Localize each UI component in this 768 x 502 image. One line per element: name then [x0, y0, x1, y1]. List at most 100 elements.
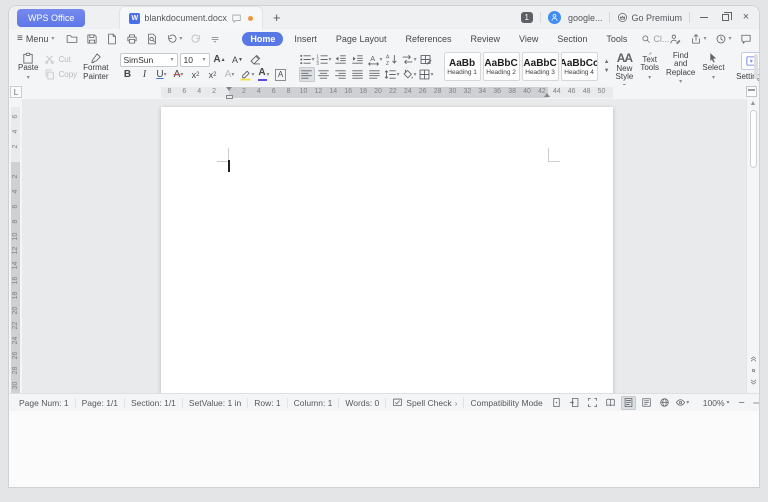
- styles-scroll-up-icon[interactable]: ▲: [604, 59, 610, 65]
- ribbon-tab[interactable]: View: [511, 32, 546, 46]
- ribbon-tab[interactable]: Page Layout: [328, 32, 395, 46]
- restore-button[interactable]: [718, 11, 732, 25]
- ribbon-tab[interactable]: Review: [463, 32, 509, 46]
- highlight-color-button[interactable]: ▾: [239, 67, 255, 82]
- print-layout-button[interactable]: [620, 395, 636, 410]
- new-tab-button[interactable]: +: [273, 11, 281, 24]
- subscript-button[interactable]: x2: [205, 67, 221, 82]
- line-spacing-button[interactable]: ▾: [384, 67, 400, 82]
- copy-button[interactable]: Copy: [44, 69, 77, 80]
- first-line-indent-marker[interactable]: [226, 87, 232, 91]
- zoom-slider[interactable]: [752, 401, 759, 404]
- font-size-select[interactable]: 10 ▾: [179, 52, 210, 67]
- font-color-button[interactable]: A ▾: [256, 67, 272, 82]
- share-button[interactable]: ▾: [690, 33, 706, 45]
- zoom-level[interactable]: 100% ▾: [703, 398, 730, 408]
- ribbon-tab[interactable]: Section: [549, 32, 595, 46]
- redo-icon[interactable]: [190, 33, 202, 45]
- account-avatar[interactable]: [547, 11, 561, 24]
- web-layout-button[interactable]: [657, 396, 672, 410]
- document-canvas[interactable]: [22, 99, 746, 393]
- menu-button[interactable]: ≡ Menu ▾: [17, 33, 54, 44]
- account-name[interactable]: google...: [568, 13, 603, 23]
- horizontal-ruler[interactable]: L 8 6 4 2 2 4 6 8 10 12 14 16 18 20 22 24 26 28 30 32 34 36 38…: [9, 85, 759, 99]
- new-style-button[interactable]: AA New Style ▾: [615, 50, 635, 89]
- vertical-scrollbar[interactable]: ▲: [746, 99, 759, 393]
- font-name-select[interactable]: SimSun ▾: [119, 52, 178, 67]
- command-search[interactable]: Cl...: [641, 34, 669, 44]
- previous-page-button[interactable]: [747, 354, 759, 363]
- sort-button[interactable]: [384, 52, 400, 67]
- text-tools-button[interactable]: Text Tools ▾: [639, 50, 660, 83]
- character-scaling-button[interactable]: ▾: [367, 52, 383, 67]
- feedback-icon[interactable]: [231, 13, 242, 24]
- align-left-button[interactable]: [298, 67, 315, 82]
- strikethrough-button[interactable]: A ▾: [171, 67, 187, 82]
- insert-table-button[interactable]: [418, 52, 434, 67]
- wps-office-button[interactable]: WPS Office: [17, 8, 86, 27]
- increase-indent-button[interactable]: [350, 52, 366, 67]
- clear-format-button[interactable]: [248, 52, 264, 67]
- open-icon[interactable]: [66, 33, 78, 45]
- style-card[interactable]: AaBbCc Heading 4: [560, 52, 598, 81]
- go-premium-button[interactable]: Go Premium: [617, 12, 682, 23]
- spell-check-button[interactable]: Spell Check ›: [386, 397, 465, 408]
- ribbon-side-scrollbar[interactable]: [754, 54, 758, 79]
- export-pdf-icon[interactable]: [106, 33, 118, 45]
- underline-button[interactable]: U ▾: [154, 67, 170, 82]
- bold-button[interactable]: B: [120, 67, 136, 82]
- version-history-button[interactable]: ▾: [715, 33, 731, 45]
- superscript-button[interactable]: x2: [188, 67, 204, 82]
- italic-button[interactable]: I: [137, 67, 153, 82]
- vertical-ruler[interactable]: 6 4 2 2 4 6 8 10 12 14 16 18 20 22 24 26 28 30: [9, 99, 22, 393]
- document-tab[interactable]: W blankdocument.docx: [119, 6, 263, 29]
- align-center-button[interactable]: [316, 67, 332, 82]
- find-replace-button[interactable]: Find and Replace ▾: [665, 50, 696, 85]
- minimize-button[interactable]: [697, 11, 711, 25]
- save-icon[interactable]: [86, 33, 98, 45]
- character-border-button[interactable]: A: [273, 67, 289, 82]
- eye-protection-button[interactable]: ▾: [675, 396, 690, 410]
- pages-view-button[interactable]: [549, 396, 564, 410]
- ribbon-tab[interactable]: Tools: [598, 32, 635, 46]
- print-preview-icon[interactable]: [146, 33, 158, 45]
- zoom-out-button[interactable]: −: [737, 397, 747, 409]
- side-pane-button[interactable]: [567, 396, 582, 410]
- fullscreen-button[interactable]: [585, 396, 600, 410]
- numbering-button[interactable]: ▾: [316, 52, 332, 67]
- justify-button[interactable]: [350, 67, 366, 82]
- collaborate-icon[interactable]: [669, 33, 681, 45]
- cut-button[interactable]: Cut: [44, 54, 77, 65]
- undo-button[interactable]: ▾: [166, 33, 182, 45]
- document-page[interactable]: [161, 107, 613, 393]
- print-icon[interactable]: [126, 33, 138, 45]
- style-card[interactable]: AaBbC Heading 3: [521, 52, 559, 81]
- styles-scroll-down-icon[interactable]: ▼: [604, 68, 610, 74]
- style-card[interactable]: AaBbC Heading 2: [482, 52, 520, 81]
- ribbon-tab[interactable]: References: [397, 32, 459, 46]
- browse-object-button[interactable]: [747, 366, 759, 375]
- scroll-up-arrow[interactable]: ▲: [747, 100, 759, 107]
- session-badge[interactable]: 1: [520, 12, 533, 23]
- right-indent-marker[interactable]: [544, 93, 550, 97]
- style-card[interactable]: AaBb Heading 1: [443, 52, 481, 81]
- increase-font-button[interactable]: A ▲: [212, 52, 228, 67]
- scrollbar-thumb[interactable]: [749, 110, 757, 168]
- text-direction-button[interactable]: ▾: [401, 52, 417, 67]
- tab-selector[interactable]: L: [10, 86, 22, 98]
- decrease-indent-button[interactable]: [333, 52, 349, 67]
- distributed-button[interactable]: [367, 67, 383, 82]
- next-page-button[interactable]: [747, 378, 759, 387]
- select-button[interactable]: Select ▾: [701, 50, 725, 83]
- read-mode-button[interactable]: [603, 396, 618, 410]
- outline-view-button[interactable]: [639, 396, 654, 410]
- format-painter-button[interactable]: Format Painter: [82, 50, 109, 83]
- ribbon-tab[interactable]: Home: [242, 31, 284, 46]
- borders-button[interactable]: ▾: [418, 67, 434, 82]
- text-effects-button[interactable]: A ▾: [222, 67, 238, 82]
- align-right-button[interactable]: [333, 67, 349, 82]
- ribbon-tab[interactable]: Insert: [286, 32, 325, 46]
- ruler-toggle-icon[interactable]: [746, 86, 757, 97]
- comment-icon[interactable]: [740, 33, 752, 45]
- shading-button[interactable]: ▾: [401, 67, 417, 82]
